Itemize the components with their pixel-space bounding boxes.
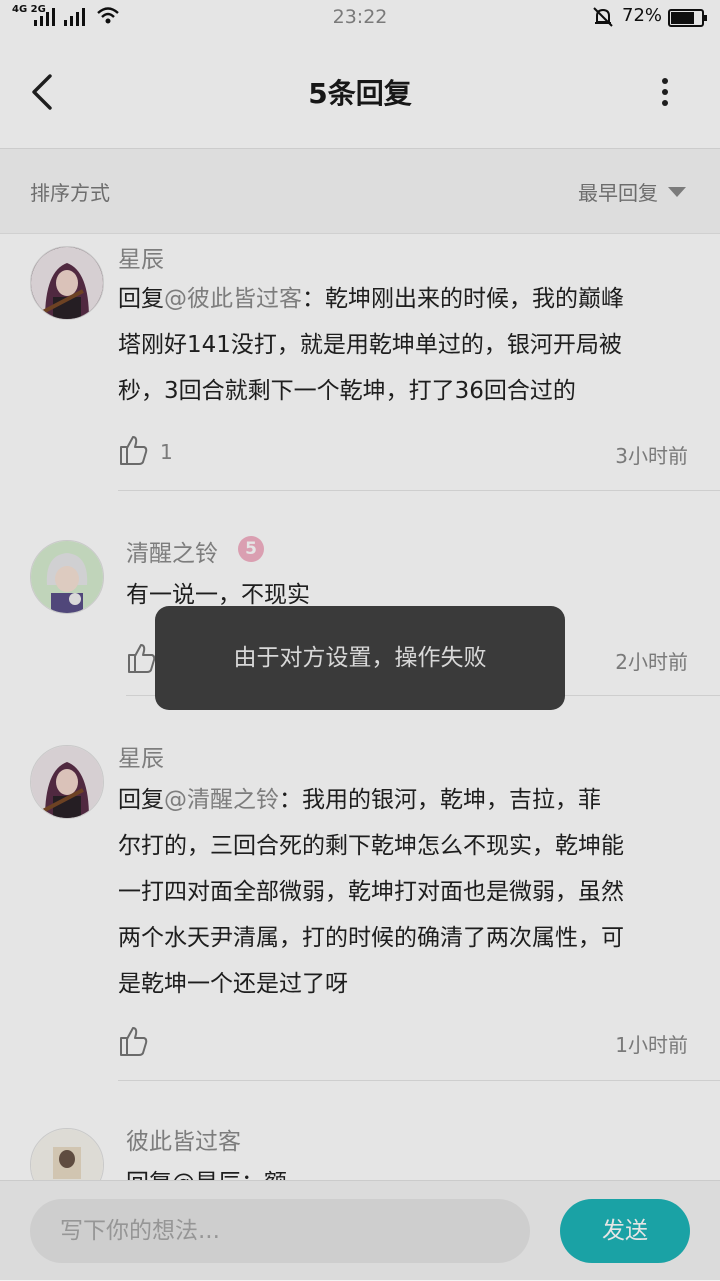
thumbs-up-icon[interactable] [118, 1025, 148, 1057]
reply-prefix: 回复 [118, 787, 164, 813]
thumbs-up-icon[interactable] [118, 434, 148, 466]
avatar[interactable] [30, 540, 104, 614]
avatar-image [31, 541, 103, 613]
avatar[interactable] [30, 745, 104, 819]
divider [118, 490, 720, 491]
reply-prefix: 回复 [118, 286, 164, 312]
timestamp: 2小时前 [615, 650, 688, 674]
reply-text-line: ：我用的银河，乾坤，吉拉，菲 [279, 787, 601, 813]
reply-text: 回复@清醒之铃：我用的银河，乾坤，吉拉，菲 尔打的，三回合死的剩下乾坤怎么不现实… [118, 777, 698, 1007]
status-bar: 4G 2G 23:22 72% [0, 0, 720, 36]
battery-percent: 72% [622, 5, 663, 26]
avatar[interactable] [30, 246, 104, 320]
send-button[interactable]: 发送 [560, 1199, 690, 1263]
avatar-image [31, 247, 103, 319]
like-count: 1 [160, 440, 173, 464]
reply-text-line: ：乾坤刚出来的时候，我的巅峰 [302, 286, 624, 312]
reply-text-line: 两个水天尹清属，打的时候的确清了两次属性，可 [118, 925, 624, 951]
reply-text-line: 塔刚好141没打，就是用乾坤单过的，银河开局被 [118, 332, 622, 358]
mention-link[interactable]: @彼此皆过客 [164, 286, 302, 312]
username[interactable]: 彼此皆过客 [126, 1122, 241, 1156]
comment-input[interactable] [30, 1199, 530, 1263]
battery-icon [668, 9, 707, 27]
reply-item: 彼此皆过客 回复@星辰：额 [0, 1082, 720, 1180]
toast-message: 由于对方设置，操作失败 [155, 606, 565, 710]
comment-bar: 发送 [0, 1180, 720, 1281]
reply-text-line: 尔打的，三回合死的剩下乾坤怎么不现实，乾坤能 [118, 833, 624, 859]
avatar[interactable] [30, 1128, 104, 1180]
avatar-image [31, 746, 103, 818]
level-badge: 5 [238, 536, 264, 562]
sort-label: 排序方式 [30, 181, 110, 205]
sort-select[interactable]: 最早回复 [578, 177, 658, 206]
caret-down-icon[interactable] [668, 187, 686, 197]
reply-text: 回复@彼此皆过客：乾坤刚出来的时候，我的巅峰 塔刚好141没打，就是用乾坤单过的… [118, 276, 698, 414]
timestamp: 3小时前 [615, 444, 688, 468]
thumbs-up-icon[interactable] [126, 642, 156, 674]
reply-text-line: 一打四对面全部微弱，乾坤打对面也是微弱，虽然 [118, 879, 624, 905]
username[interactable]: 星辰 [118, 739, 164, 773]
more-vertical-icon[interactable] [652, 76, 678, 108]
reply-item: 星辰 回复@彼此皆过客：乾坤刚出来的时候，我的巅峰 塔刚好141没打，就是用乾坤… [0, 234, 720, 491]
timestamp: 1小时前 [615, 1033, 688, 1057]
divider [118, 1080, 720, 1081]
reply-text-line: 秒，3回合就剩下一个乾坤，打了36回合过的 [118, 378, 576, 404]
username[interactable]: 清醒之铃 [126, 534, 218, 568]
reply-item: 星辰 回复@清醒之铃：我用的银河，乾坤，吉拉，菲 尔打的，三回合死的剩下乾坤怎么… [0, 735, 720, 1081]
mute-bell-icon [593, 7, 613, 27]
reply-text: 回复@星辰：额 [126, 1160, 706, 1180]
top-nav: 5条回复 [0, 36, 720, 149]
page-title: 5条回复 [308, 77, 412, 110]
mention-link[interactable]: @清醒之铃 [164, 787, 279, 813]
sort-row: 排序方式 最早回复 [0, 149, 720, 234]
reply-text-line: 是乾坤一个还是过了呀 [118, 971, 348, 997]
username[interactable]: 星辰 [118, 240, 164, 274]
avatar-image [31, 1129, 103, 1180]
